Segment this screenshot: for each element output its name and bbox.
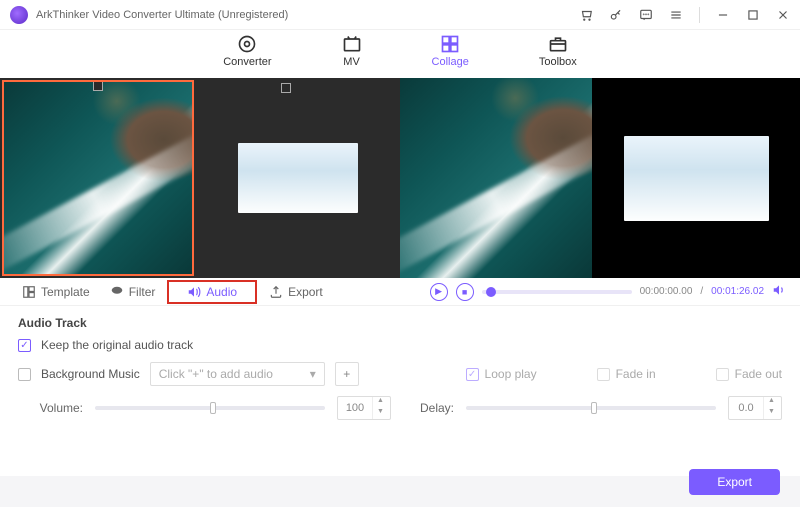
menu-icon[interactable] — [669, 8, 683, 22]
seek-handle[interactable] — [486, 287, 496, 297]
chevron-down-icon: ▾ — [310, 367, 316, 381]
play-button[interactable]: ▶ — [430, 283, 448, 301]
keep-original-checkbox[interactable]: ✓ — [18, 339, 31, 352]
titlebar-actions — [579, 7, 790, 23]
volume-down[interactable]: ▼ — [373, 408, 388, 419]
nav-toolbox[interactable]: Toolbox — [539, 34, 577, 68]
tab-label: Audio — [206, 285, 237, 299]
delay-knob[interactable] — [591, 402, 597, 414]
volume-icon[interactable] — [772, 283, 786, 300]
nav-label: Toolbox — [539, 56, 577, 68]
collage-editor[interactable] — [0, 78, 400, 278]
loop-label: Loop play — [485, 367, 537, 381]
fadein-checkbox[interactable]: ✓ — [597, 368, 610, 381]
time-current: 00:00:00.00 — [640, 286, 693, 297]
bg-music-checkbox[interactable]: ✓ — [18, 368, 31, 381]
time-total: 00:01:26.02 — [711, 286, 764, 297]
key-icon[interactable] — [609, 8, 623, 22]
footer: Export — [689, 469, 780, 495]
volume-label: Volume: — [18, 401, 83, 415]
seek-bar[interactable] — [482, 290, 632, 294]
feedback-icon[interactable] — [639, 8, 653, 22]
clip-2-thumbnail — [238, 143, 358, 213]
workspace — [0, 78, 800, 278]
close-button[interactable] — [776, 8, 790, 22]
volume-slider[interactable] — [95, 406, 325, 410]
app-logo — [10, 6, 28, 24]
resize-handle[interactable] — [93, 81, 103, 91]
tab-label: Filter — [129, 285, 156, 299]
main-nav: Converter MV Collage Toolbox — [0, 30, 800, 78]
preview-clip-2 — [592, 78, 800, 278]
resize-handle[interactable] — [281, 83, 291, 93]
nav-mv[interactable]: MV — [342, 34, 362, 68]
titlebar: ArkThinker Video Converter Ultimate (Unr… — [0, 0, 800, 30]
volume-field[interactable] — [338, 402, 372, 414]
export-button[interactable]: Export — [689, 469, 780, 495]
panel-tabs: Template Filter Audio Export — [14, 280, 331, 304]
clip-1-selected[interactable] — [2, 80, 194, 276]
playback-controls: ▶ ■ 00:00:00.00/00:01:26.02 — [430, 283, 786, 301]
tab-filter[interactable]: Filter — [102, 281, 164, 303]
audio-panel: Audio Track ✓ Keep the original audio tr… — [0, 306, 800, 476]
loop-checkbox[interactable]: ✓ — [466, 368, 479, 381]
separator — [699, 7, 700, 23]
minimize-button[interactable] — [716, 8, 730, 22]
clip-2[interactable] — [196, 78, 400, 278]
delay-up[interactable]: ▲ — [764, 397, 779, 408]
cart-icon[interactable] — [579, 8, 593, 22]
tab-audio[interactable]: Audio — [167, 280, 257, 304]
preview-clip-1 — [400, 78, 592, 278]
volume-knob[interactable] — [210, 402, 216, 414]
volume-up[interactable]: ▲ — [373, 397, 388, 408]
maximize-button[interactable] — [746, 8, 760, 22]
nav-label: Converter — [223, 56, 271, 68]
window-title: ArkThinker Video Converter Ultimate (Unr… — [36, 9, 288, 21]
add-audio-button[interactable]: + — [335, 362, 359, 386]
tab-template[interactable]: Template — [14, 281, 98, 303]
nav-collage[interactable]: Collage — [432, 34, 469, 68]
fadeout-label: Fade out — [735, 367, 782, 381]
clip-1-thumbnail — [4, 82, 192, 274]
tab-label: Template — [41, 285, 90, 299]
delay-down[interactable]: ▼ — [764, 408, 779, 419]
preview — [400, 78, 800, 278]
bg-music-label: Background Music — [41, 367, 140, 381]
bg-music-select[interactable]: Click "+" to add audio ▾ — [150, 362, 325, 386]
stop-button[interactable]: ■ — [456, 283, 474, 301]
delay-field[interactable] — [729, 402, 763, 414]
fadeout-checkbox[interactable]: ✓ — [716, 368, 729, 381]
tab-export[interactable]: Export — [261, 281, 331, 303]
panel-title: Audio Track — [18, 316, 782, 330]
delay-label: Delay: — [414, 401, 454, 415]
keep-original-label: Keep the original audio track — [41, 338, 193, 352]
delay-input[interactable]: ▲▼ — [728, 396, 782, 420]
volume-input[interactable]: ▲▼ — [337, 396, 391, 420]
nav-label: Collage — [432, 56, 469, 68]
nav-label: MV — [343, 56, 360, 68]
bg-music-placeholder: Click "+" to add audio — [159, 367, 273, 381]
controls-row: Template Filter Audio Export ▶ ■ 00:00:0… — [0, 278, 800, 306]
nav-converter[interactable]: Converter — [223, 34, 271, 68]
tab-label: Export — [288, 285, 323, 299]
delay-slider[interactable] — [466, 406, 716, 410]
fadein-label: Fade in — [616, 367, 656, 381]
